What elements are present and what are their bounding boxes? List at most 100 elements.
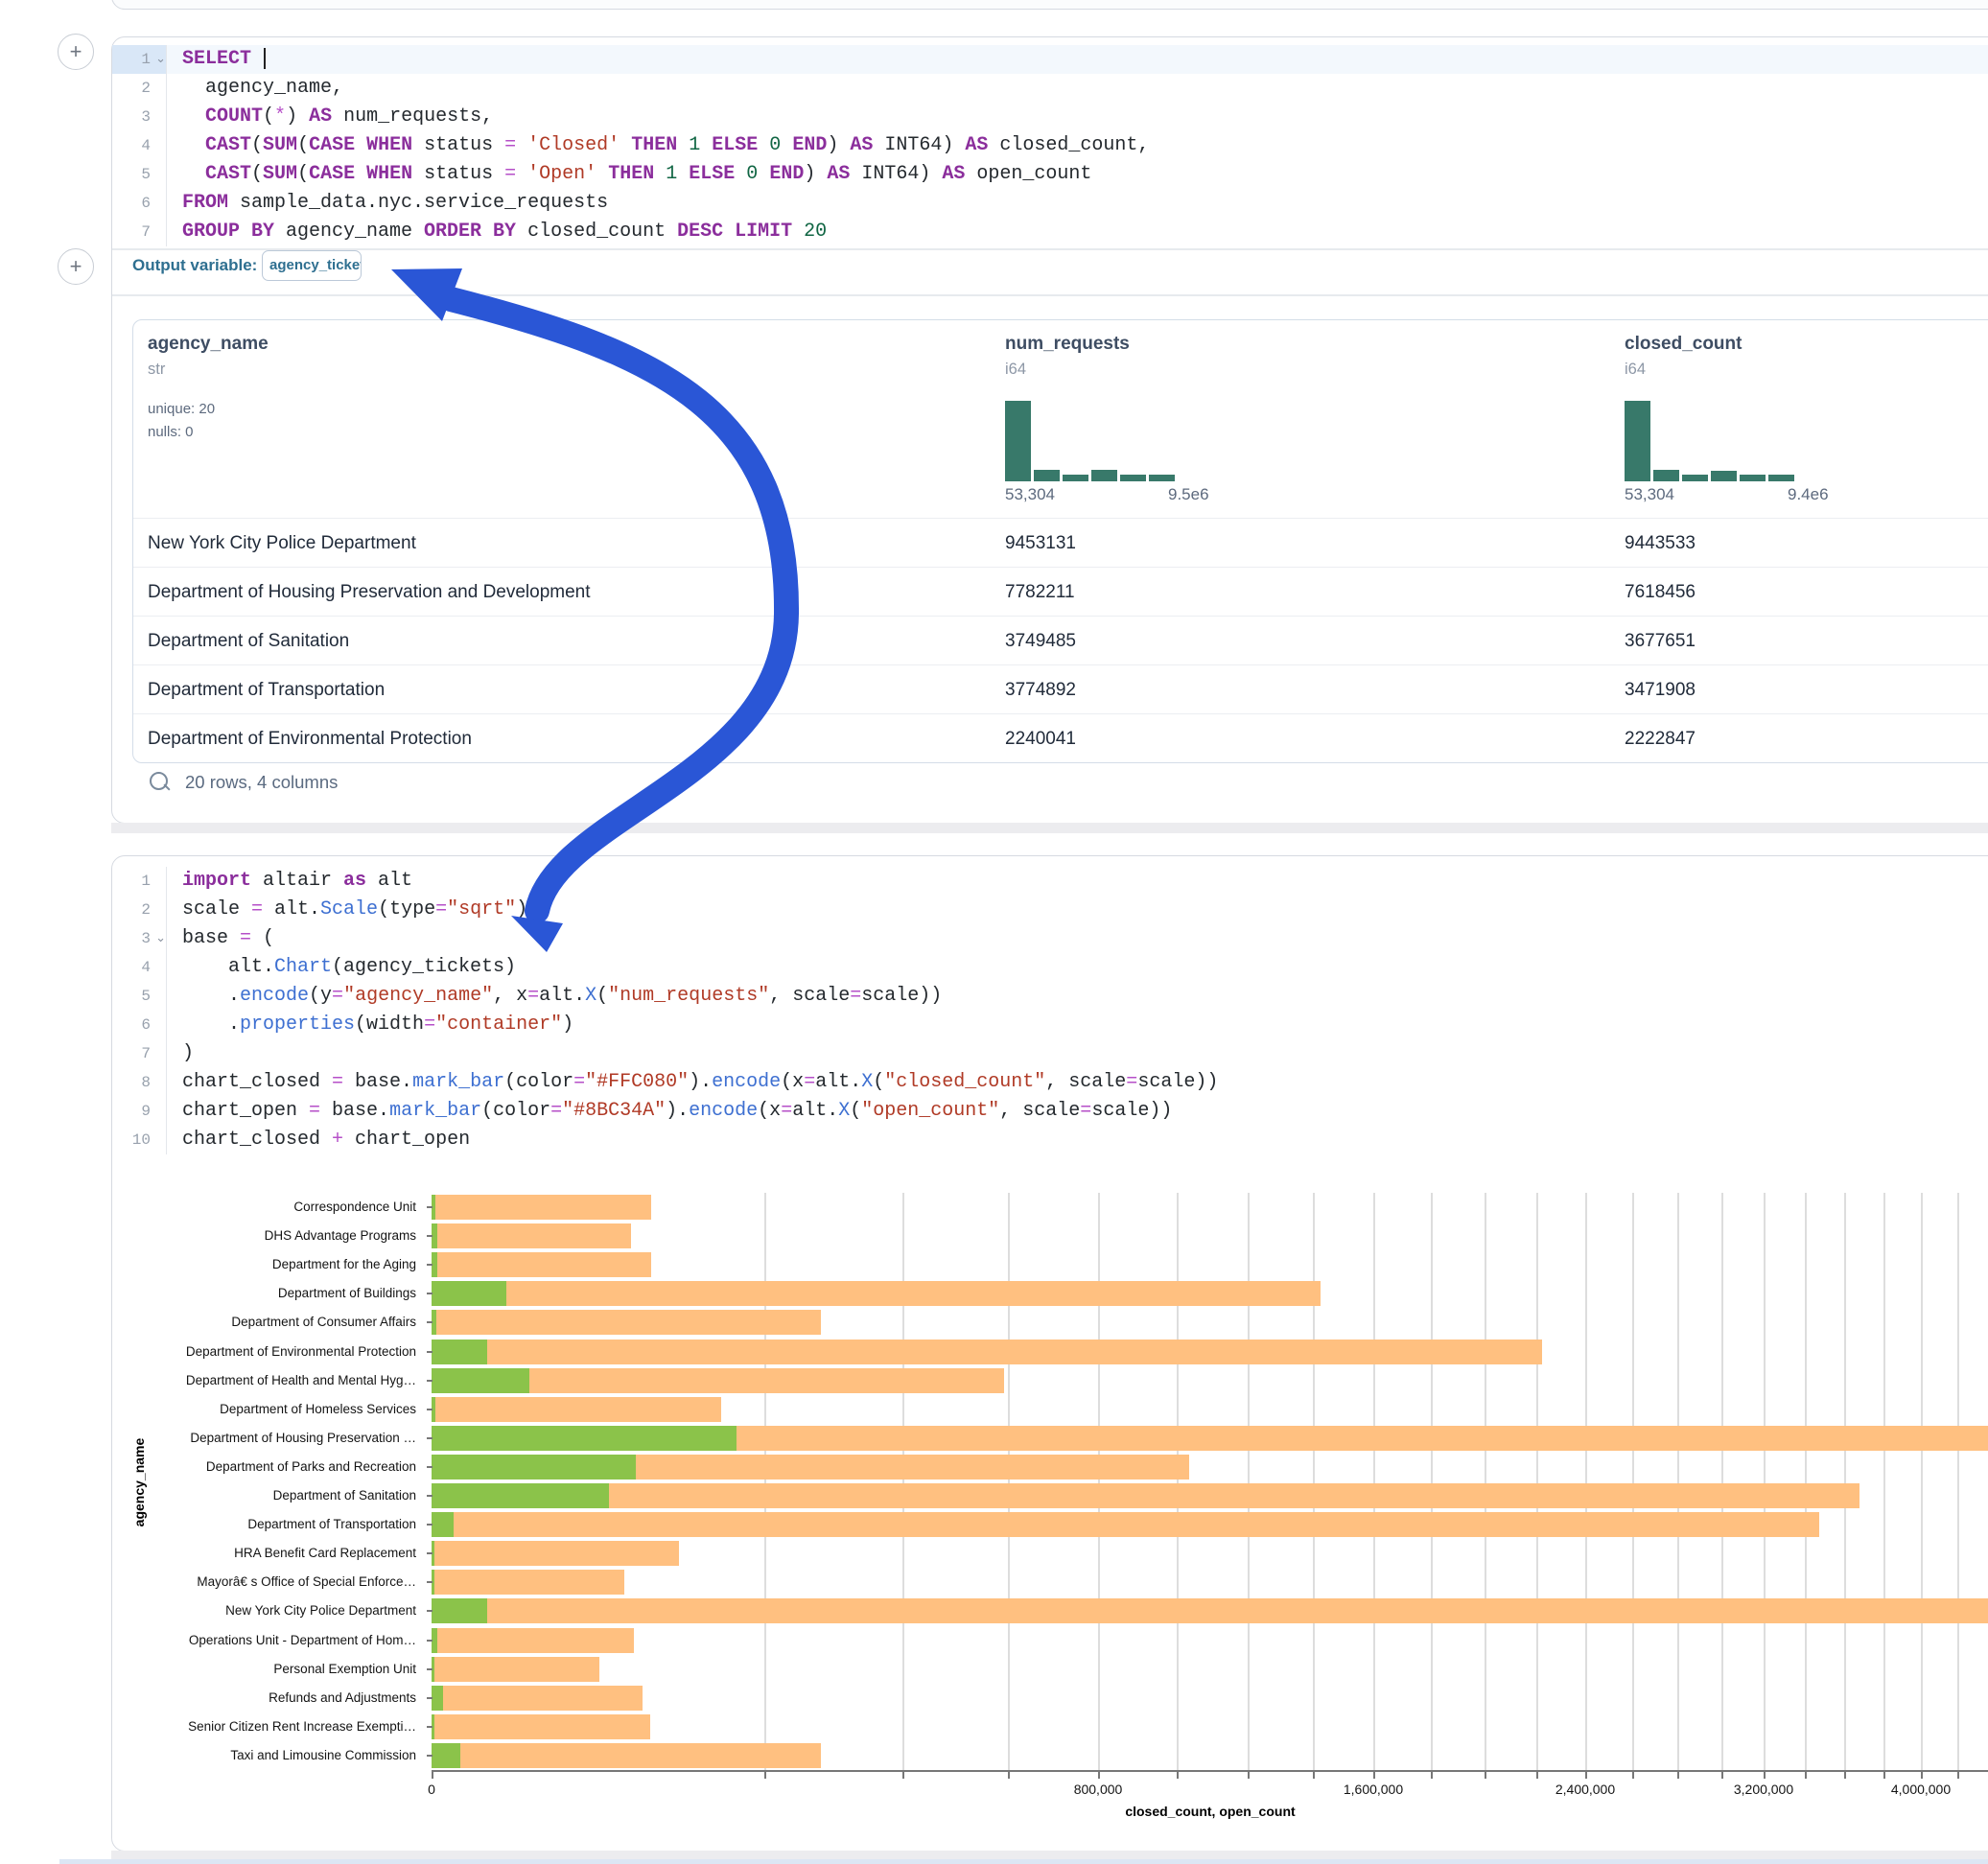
code-line[interactable]: 4 alt.Chart(agency_tickets) <box>112 953 1988 982</box>
code-line[interactable]: 3 COUNT(*) AS num_requests, <box>112 103 1988 131</box>
line-number: 9 <box>118 1097 151 1126</box>
table-row[interactable]: Department of Transportation377489234719… <box>133 664 1988 714</box>
code-line[interactable]: 4 CAST(SUM(CASE WHEN status = 'Closed' T… <box>112 131 1988 160</box>
table-row[interactable]: Department of Sanitation37494853677651 <box>133 616 1988 665</box>
column-name: num_requests <box>1005 334 1130 355</box>
code-line[interactable]: 3⌄base = ( <box>112 924 1988 953</box>
code-line[interactable]: 7GROUP BY agency_name ORDER BY closed_co… <box>112 218 1988 246</box>
chart-gridline <box>1008 1193 1010 1770</box>
code-line[interactable]: 5 .encode(y="agency_name", x=alt.X("num_… <box>112 982 1988 1011</box>
closed-count-bar[interactable] <box>432 1714 650 1739</box>
output-variable-pill[interactable]: agency_tickets <box>262 250 362 281</box>
table-row[interactable]: Department of Environmental Protection22… <box>133 713 1988 763</box>
chart-y-label: Department for the Aging <box>272 1257 416 1271</box>
closed-count-bar[interactable] <box>432 1743 821 1768</box>
chart-y-label: Department of Consumer Affairs <box>231 1315 416 1329</box>
code-token: = <box>251 898 263 920</box>
fold-chevron-icon[interactable]: ⌄ <box>151 924 166 953</box>
closed-count-bar[interactable] <box>432 1223 631 1248</box>
line-number-gutter: 6 <box>112 1011 167 1039</box>
code-token: INT64) <box>850 163 942 185</box>
code-line[interactable]: 10chart_closed + chart_open <box>112 1126 1988 1154</box>
closed-count-bar[interactable] <box>432 1570 624 1595</box>
closed-count-bar[interactable] <box>432 1686 643 1711</box>
code-token <box>700 134 712 156</box>
closed-count-bar[interactable] <box>432 1483 1859 1508</box>
table-row[interactable]: New York City Police Department945313194… <box>133 518 1988 568</box>
num-requests-cell: 3774892 <box>1005 665 1076 714</box>
code-token: (color <box>504 1071 573 1093</box>
code-line[interactable]: 2scale = alt.Scale(type="sqrt") <box>112 896 1988 924</box>
closed-count-bar[interactable] <box>432 1628 634 1653</box>
code-token: END <box>792 134 827 156</box>
line-number: 6 <box>118 1011 151 1039</box>
code-line[interactable]: 5 CAST(SUM(CASE WHEN status = 'Open' THE… <box>112 160 1988 189</box>
open-count-bar[interactable] <box>432 1455 636 1480</box>
sql-editor[interactable]: 1⌄SELECT 2 agency_name,3 COUNT(*) AS num… <box>112 45 1988 246</box>
open-count-bar[interactable] <box>432 1368 529 1393</box>
code-line[interactable]: 1import altair as alt <box>112 867 1988 896</box>
open-count-bar[interactable] <box>432 1281 506 1306</box>
fold-chevron-icon[interactable]: ⌄ <box>151 45 166 74</box>
closed-count-bar[interactable] <box>432 1397 721 1422</box>
python-editor[interactable]: 1import altair as alt2scale = alt.Scale(… <box>112 867 1988 1154</box>
code-line[interactable]: 9chart_open = base.mark_bar(color="#8BC3… <box>112 1097 1988 1126</box>
column-header-closed-count[interactable]: closed_count i64 53,304 9.4e6 <box>1625 320 1988 518</box>
open-count-bar[interactable] <box>432 1426 737 1451</box>
code-token: (agency_tickets) <box>332 956 516 978</box>
code-token: , x <box>493 985 527 1007</box>
code-token: SUM <box>263 163 297 185</box>
open-count-bar[interactable] <box>432 1512 454 1537</box>
search-icon[interactable] <box>150 772 173 795</box>
chart-x-tick-label: 0 <box>428 1782 435 1797</box>
histogram-max-label: 9.5e6 <box>1168 485 1209 504</box>
code-text: chart_closed + chart_open <box>167 1126 470 1154</box>
code-token <box>251 48 263 70</box>
closed-count-bar[interactable] <box>432 1281 1321 1306</box>
chart-y-tick <box>427 1755 433 1757</box>
altair-bar-chart[interactable] <box>432 1193 1988 1770</box>
code-line[interactable]: 7) <box>112 1039 1988 1068</box>
chart-x-tick <box>1177 1772 1179 1779</box>
code-token <box>758 163 769 185</box>
code-line[interactable]: 6 .properties(width="container") <box>112 1011 1988 1039</box>
code-line[interactable]: 2 agency_name, <box>112 74 1988 103</box>
code-line[interactable]: 6FROM sample_data.nyc.service_requests <box>112 189 1988 218</box>
column-header-agency-name[interactable]: agency_name str unique: 20 nulls: 0 <box>148 320 992 518</box>
code-token: ( <box>297 163 309 185</box>
closed-count-bar[interactable] <box>432 1657 599 1682</box>
column-dtype: i64 <box>1625 361 1646 379</box>
closed-count-histogram <box>1625 401 1802 481</box>
code-token: , scale <box>1045 1071 1126 1093</box>
code-token: alt. <box>182 956 274 978</box>
open-count-bar[interactable] <box>432 1743 460 1768</box>
closed-count-bar[interactable] <box>432 1195 651 1220</box>
code-line[interactable]: 1⌄SELECT <box>112 45 1988 74</box>
open-count-bar[interactable] <box>432 1483 609 1508</box>
chart-gridline <box>1248 1193 1250 1770</box>
line-number-gutter: 10 <box>112 1126 167 1154</box>
add-cell-button[interactable]: + <box>58 34 94 70</box>
closed-count-bar[interactable] <box>432 1310 821 1335</box>
chart-y-tick <box>427 1437 433 1439</box>
code-token: LIMIT <box>735 221 792 243</box>
code-token: ) <box>286 105 309 128</box>
code-token: = <box>240 927 251 949</box>
table-row[interactable]: Department of Housing Preservation and D… <box>133 567 1988 617</box>
closed-count-bar[interactable] <box>432 1252 651 1277</box>
open-count-bar[interactable] <box>432 1686 443 1711</box>
column-header-num-requests[interactable]: num_requests i64 53,304 9.5e6 <box>1005 320 1580 518</box>
chart-y-label: Refunds and Adjustments <box>269 1690 416 1705</box>
chart-x-tick <box>1764 1772 1766 1779</box>
open-count-bar[interactable] <box>432 1340 487 1364</box>
code-token: closed_count, <box>988 134 1149 156</box>
add-cell-button[interactable]: + <box>58 248 94 285</box>
closed-count-bar[interactable] <box>432 1598 1988 1623</box>
code-line[interactable]: 8chart_closed = base.mark_bar(color="#FF… <box>112 1068 1988 1097</box>
open-count-bar[interactable] <box>432 1598 487 1623</box>
code-token: THEN <box>608 163 654 185</box>
closed-count-bar[interactable] <box>432 1340 1542 1364</box>
closed-count-bar[interactable] <box>432 1512 1819 1537</box>
histogram-max-label: 9.4e6 <box>1788 485 1829 504</box>
closed-count-bar[interactable] <box>432 1541 679 1566</box>
